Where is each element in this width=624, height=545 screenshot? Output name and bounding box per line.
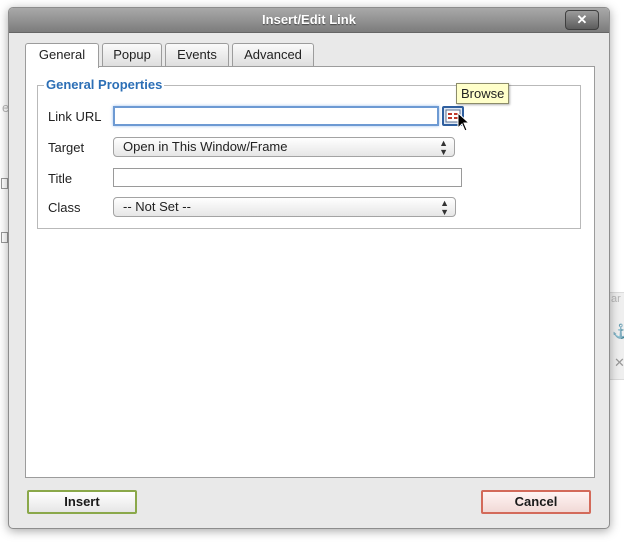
pointer-cursor-icon: [457, 112, 471, 132]
link-url-label: Link URL: [48, 109, 102, 124]
close-icon: ✕: [576, 12, 588, 27]
target-selected-value: Open in This Window/Frame: [123, 139, 288, 154]
cancel-button[interactable]: Cancel: [481, 490, 591, 514]
class-select[interactable]: -- Not Set -- ▲ ▼: [113, 197, 456, 217]
target-select[interactable]: Open in This Window/Frame ▲ ▼: [113, 137, 455, 157]
browse-tooltip: Browse: [456, 83, 510, 104]
general-properties-fieldset: General Properties Link URL Target Open …: [37, 77, 581, 229]
background-fragment-text: ar: [611, 293, 621, 305]
general-tab-panel: General Properties Link URL Target Open …: [25, 66, 595, 478]
close-icon: ✕: [614, 355, 624, 370]
background-checkbox: [1, 178, 8, 189]
tab-events[interactable]: Events: [165, 43, 229, 66]
tab-advanced[interactable]: Advanced: [232, 43, 314, 66]
title-input[interactable]: [113, 168, 462, 187]
select-arrows-icon: ▲ ▼: [439, 138, 448, 157]
select-arrows-icon: ▲ ▼: [440, 198, 449, 217]
anchor-icon: ⚓: [612, 323, 624, 339]
tab-popup[interactable]: Popup: [102, 43, 162, 66]
class-selected-value: -- Not Set --: [123, 199, 191, 214]
title-label: Title: [48, 171, 73, 186]
target-label: Target: [48, 140, 85, 155]
fieldset-legend: General Properties: [44, 77, 165, 92]
background-checkbox: [1, 232, 8, 243]
insert-button[interactable]: Insert: [27, 490, 137, 514]
class-label: Class: [48, 200, 81, 215]
dialog-title: Insert/Edit Link: [262, 12, 356, 27]
close-button[interactable]: ✕: [565, 10, 599, 30]
tab-general[interactable]: General: [25, 43, 99, 68]
link-url-input[interactable]: [113, 106, 439, 126]
dialog-titlebar[interactable]: Insert/Edit Link ✕: [9, 8, 609, 33]
insert-edit-link-dialog: Insert/Edit Link ✕ General Popup Events …: [8, 7, 610, 529]
